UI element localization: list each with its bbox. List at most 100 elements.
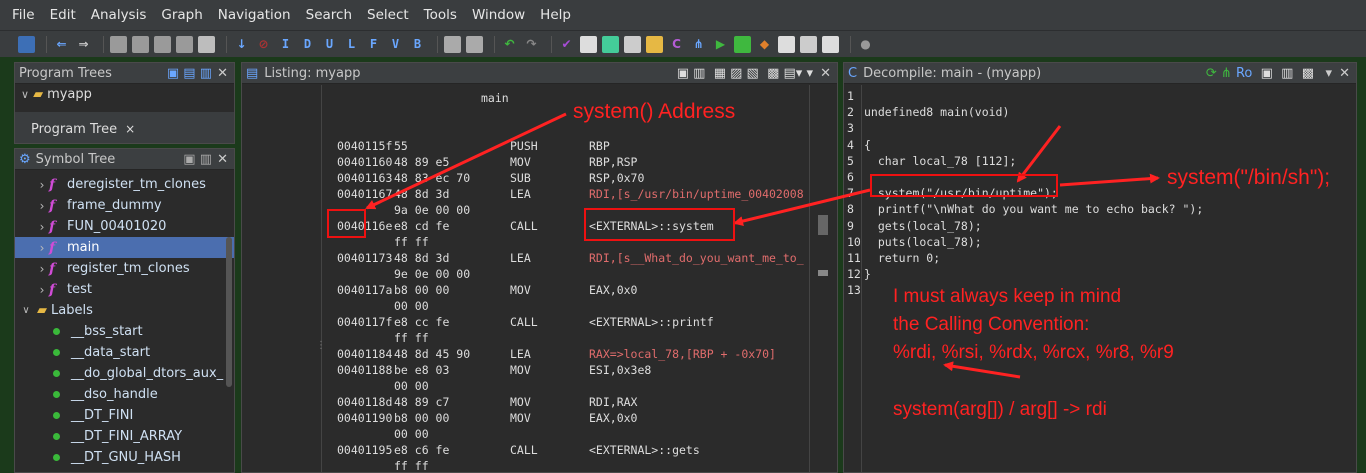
menu-select[interactable]: Select bbox=[367, 7, 409, 23]
graph-icon[interactable]: ⋔ bbox=[690, 36, 707, 53]
save-icon[interactable] bbox=[18, 35, 35, 53]
listing-row[interactable]: 00401195 e8 c6 fe CALL <EXTERNAL>::gets bbox=[324, 443, 814, 459]
listing-row[interactable]: 00401190 b8 00 00 MOV EAX,0x0 bbox=[324, 411, 814, 427]
listing-row[interactable]: 00 00 bbox=[324, 299, 814, 315]
symbol-function-item-selected[interactable]: › f main bbox=[15, 237, 234, 258]
listing-row[interactable]: 0040115f 55 PUSH RBP bbox=[324, 139, 814, 155]
document-icon[interactable] bbox=[132, 35, 149, 53]
symbol-tree-scrollbar[interactable] bbox=[226, 237, 232, 387]
menu-analysis[interactable]: Analysis bbox=[91, 7, 147, 23]
chevron-right-icon[interactable]: › bbox=[35, 262, 49, 276]
listing-row[interactable]: ff ff bbox=[324, 235, 814, 251]
listing-tools-icon[interactable]: ▣ ▥ ▦ ▨ ▧ ▩ ▤▾ ▾ bbox=[677, 66, 813, 81]
scroll-thumb[interactable] bbox=[818, 215, 828, 235]
listing-row[interactable]: 00401163 48 83 ec 70 SUB RSP,0x70 bbox=[324, 171, 814, 187]
listing-row[interactable]: 00401173 48 8d 3d LEA RDI,[s__What_do_you_w… bbox=[324, 251, 814, 267]
chevron-down-icon[interactable]: ∨ bbox=[19, 305, 33, 316]
checkmark-icon[interactable]: ✔ bbox=[558, 36, 575, 53]
symbol-function-item[interactable]: › f register_tm_clones bbox=[15, 258, 234, 279]
decompile-line[interactable]: 12} bbox=[844, 267, 1344, 283]
toolbar-letter-l[interactable]: L bbox=[343, 36, 360, 53]
symbol-function-item[interactable]: › f FUN_00401020 bbox=[15, 216, 234, 237]
stop-icon[interactable]: ⊘ bbox=[255, 36, 272, 53]
menu-tools[interactable]: Tools bbox=[424, 7, 457, 23]
listing-row[interactable]: 0040118d 48 89 c7 MOV RDI,RAX bbox=[324, 395, 814, 411]
undo-icon[interactable]: ↶ bbox=[501, 36, 518, 53]
chevron-down-icon[interactable]: ∨ bbox=[21, 88, 29, 101]
menu-window[interactable]: Window bbox=[472, 7, 525, 23]
symbol-function-item[interactable]: › f test bbox=[15, 279, 234, 300]
clipboard-icon[interactable] bbox=[466, 35, 483, 53]
symbol-function-item[interactable]: › f frame_dummy bbox=[15, 195, 234, 216]
class-icon[interactable]: C bbox=[668, 36, 685, 53]
panel-tools-icon[interactable]: ▣ ▤ ▥ bbox=[167, 66, 212, 81]
diamond-icon[interactable]: ◆ bbox=[756, 36, 773, 53]
memory-icon[interactable] bbox=[624, 35, 641, 53]
toolbar-letter-i[interactable]: I bbox=[277, 36, 294, 53]
symbol-label-item[interactable]: __data_start bbox=[15, 342, 234, 363]
toolbar-letter-b[interactable]: B bbox=[409, 36, 426, 53]
checkbox-icon[interactable] bbox=[734, 35, 751, 53]
tab-program-tree[interactable]: Program Tree × bbox=[15, 112, 234, 143]
chevron-right-icon[interactable]: › bbox=[35, 241, 49, 255]
program-tree-root[interactable]: ∨ ▰ myapp bbox=[15, 84, 234, 104]
user-icon[interactable]: ● bbox=[857, 36, 874, 53]
listing-row[interactable]: 0040117a b8 00 00 MOV EAX,0x0 bbox=[324, 283, 814, 299]
listing-row[interactable]: 9e 0e 00 00 bbox=[324, 267, 814, 283]
listing-row[interactable]: ff ff bbox=[324, 459, 814, 472]
menu-help[interactable]: Help bbox=[540, 7, 571, 23]
decompile-line[interactable]: 1 bbox=[844, 89, 1344, 105]
listing-row[interactable]: 00401184 48 8d 45 90 LEA RAX=>local_78,[RBP… bbox=[324, 347, 814, 363]
symbol-label-item[interactable]: __DT_FINI bbox=[15, 405, 234, 426]
redo-icon[interactable]: ↷ bbox=[523, 36, 540, 53]
labels-folder[interactable]: ∨ ▰ Labels bbox=[15, 300, 234, 321]
close-icon[interactable]: ✕ bbox=[217, 152, 228, 167]
listing-scrollbar[interactable] bbox=[809, 85, 837, 472]
listing-row[interactable]: 00401188 be e8 03 MOV ESI,0x3e8 bbox=[324, 363, 814, 379]
toolbar-letter-f[interactable]: F bbox=[365, 36, 382, 53]
forward-arrow-icon[interactable]: ⇒ bbox=[75, 36, 92, 53]
toolbar-letter-v[interactable]: V bbox=[387, 36, 404, 53]
menu-file[interactable]: File bbox=[12, 7, 35, 23]
refresh-window-icon[interactable] bbox=[602, 35, 619, 53]
document-icon[interactable] bbox=[176, 35, 193, 53]
decompile-line[interactable]: 4{ bbox=[844, 138, 1344, 154]
decompile-line[interactable]: 11 return 0; bbox=[844, 251, 1344, 267]
document-gear-icon[interactable] bbox=[198, 35, 215, 53]
table-icon[interactable] bbox=[778, 35, 795, 53]
script-icon[interactable] bbox=[800, 35, 817, 53]
menu-navigation[interactable]: Navigation bbox=[218, 7, 291, 23]
close-icon[interactable]: ✕ bbox=[217, 66, 228, 81]
listing-row[interactable]: 00401160 48 89 e5 MOV RBP,RSP bbox=[324, 155, 814, 171]
listing-row[interactable]: ff ff bbox=[324, 331, 814, 347]
listing-row[interactable]: 00 00 bbox=[324, 427, 814, 443]
list-icon[interactable] bbox=[822, 35, 839, 53]
back-arrow-icon[interactable]: ⇐ bbox=[53, 36, 70, 53]
symbol-label-item[interactable]: __dso_handle bbox=[15, 384, 234, 405]
symbol-label-item[interactable]: __do_global_dtors_aux_ bbox=[15, 363, 234, 384]
listing-row[interactable]: 0040117f e8 cc fe CALL <EXTERNAL>::printf bbox=[324, 315, 814, 331]
decompile-line[interactable]: 10 puts(local_78); bbox=[844, 235, 1344, 251]
close-icon[interactable]: ✕ bbox=[820, 66, 831, 81]
menu-dropdown-icon[interactable]: ▾ bbox=[1325, 66, 1332, 81]
listing-row[interactable]: 00 00 bbox=[324, 379, 814, 395]
menu-graph[interactable]: Graph bbox=[161, 7, 202, 23]
menu-edit[interactable]: Edit bbox=[50, 7, 76, 23]
run-icon[interactable]: ▶ bbox=[712, 36, 729, 53]
document-icon[interactable] bbox=[154, 35, 171, 53]
symbol-label-item[interactable]: __bss_start bbox=[15, 321, 234, 342]
down-arrow-icon[interactable]: ↓ bbox=[233, 36, 250, 53]
toolbar-letter-u[interactable]: U bbox=[321, 36, 338, 53]
listing-row[interactable]: 00401167 48 8d 3d LEA RDI,[s_/usr/bin/uptim… bbox=[324, 187, 814, 203]
folder-icon[interactable] bbox=[646, 35, 663, 53]
chevron-right-icon[interactable]: › bbox=[35, 178, 49, 192]
listing-row[interactable]: 0040116e e8 cd fe CALL <EXTERNAL>::system bbox=[324, 219, 814, 235]
toolbar-letter-d[interactable]: D bbox=[299, 36, 316, 53]
close-icon[interactable]: ✕ bbox=[1339, 66, 1350, 81]
symbol-function-item[interactable]: › f deregister_tm_clones bbox=[15, 174, 234, 195]
symbol-label-item[interactable]: __DT_FINI_ARRAY bbox=[15, 426, 234, 447]
decompile-line[interactable]: 8 printf("\nWhat do you want me to echo … bbox=[844, 202, 1344, 218]
tab-close-icon[interactable]: × bbox=[125, 122, 135, 136]
listing-row[interactable]: 9a 0e 00 00 bbox=[324, 203, 814, 219]
document-icon[interactable] bbox=[110, 35, 127, 53]
